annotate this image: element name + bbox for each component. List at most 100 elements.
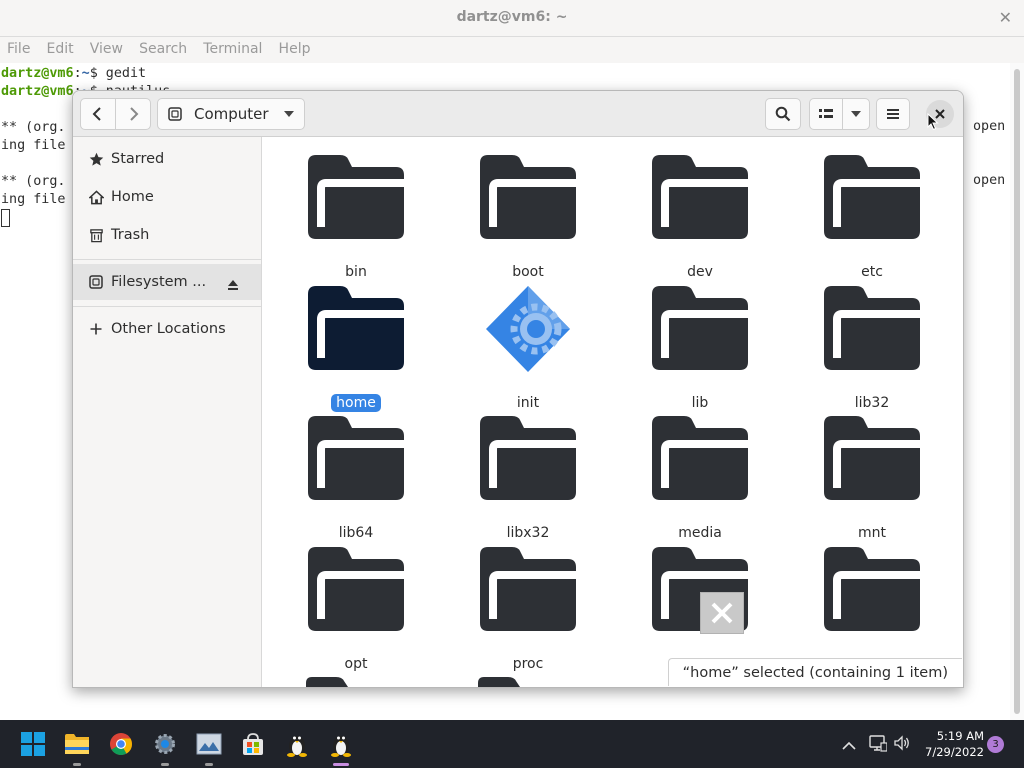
- hamburger-menu-icon: [887, 109, 899, 119]
- file-item-opt[interactable]: opt: [291, 547, 421, 677]
- taskbar-chrome[interactable]: [105, 728, 137, 760]
- sidebar-divider: [73, 259, 261, 260]
- folder-icon: [652, 416, 748, 502]
- sidebar-item-label: Filesystem ...: [111, 274, 207, 290]
- file-item-label: bin: [345, 264, 367, 280]
- search-icon: [775, 106, 791, 122]
- file-item-label: lib: [691, 395, 709, 411]
- menu-view[interactable]: View: [90, 41, 123, 57]
- clock-time: 5:19 AM: [936, 729, 984, 743]
- file-item-bin[interactable]: bin: [291, 155, 421, 285]
- folder-icon: [824, 547, 920, 633]
- file-item-proc[interactable]: proc: [463, 547, 593, 677]
- network-icon[interactable]: [869, 734, 888, 756]
- file-item-dev[interactable]: dev: [635, 155, 765, 285]
- folder-icon: [824, 155, 920, 241]
- file-item-init[interactable]: init: [463, 286, 593, 416]
- sidebar-item-trash[interactable]: Trash: [73, 217, 261, 253]
- file-item-boot[interactable]: boot: [463, 155, 593, 285]
- x-cursor-icon: [700, 592, 744, 634]
- list-view-icon: [819, 109, 833, 118]
- file-item-label: etc: [861, 264, 883, 280]
- taskbar-linux-app[interactable]: [281, 728, 313, 760]
- selection-status: “home” selected (containing 1 item): [667, 658, 962, 686]
- chevron-right-icon: [130, 107, 139, 121]
- file-item-media[interactable]: media: [635, 416, 765, 546]
- terminal-menubar: File Edit View Search Terminal Help: [0, 37, 1024, 63]
- eject-icon[interactable]: [227, 276, 239, 295]
- drive-icon: [168, 107, 182, 121]
- view-toggle-button[interactable]: [809, 98, 843, 130]
- volume-icon[interactable]: [893, 734, 911, 756]
- file-item-etc[interactable]: etc: [807, 155, 937, 285]
- running-indicator: [73, 763, 81, 766]
- terminal-line: ing file: [1, 138, 66, 153]
- menu-file[interactable]: File: [7, 41, 30, 57]
- folder-icon: [308, 547, 404, 633]
- taskbar-store[interactable]: [237, 728, 269, 760]
- file-item-mnt[interactable]: mnt: [807, 416, 937, 546]
- file-item-home[interactable]: home: [291, 286, 421, 416]
- active-indicator: [333, 763, 349, 766]
- settings-icon: [155, 734, 175, 754]
- terminal-close-icon[interactable]: ✕: [999, 8, 1012, 27]
- file-item-libx32[interactable]: libx32: [463, 416, 593, 546]
- menu-terminal[interactable]: Terminal: [203, 41, 262, 57]
- sidebar-item-home[interactable]: Home: [73, 179, 261, 215]
- terminal-line: dartz@vm6:~$ gedit: [1, 66, 147, 81]
- places-sidebar: Starred Home Trash Filesystem ... Other …: [73, 137, 262, 687]
- back-button[interactable]: [80, 98, 116, 130]
- main-menu-button[interactable]: [876, 98, 910, 130]
- home-icon: [88, 189, 104, 205]
- folder-icon: [652, 286, 748, 372]
- menu-help[interactable]: Help: [279, 41, 311, 57]
- menu-edit[interactable]: Edit: [47, 41, 74, 57]
- files-icon: [65, 734, 89, 754]
- terminal-line: ** (org.: [1, 174, 66, 189]
- taskbar-linux-app-active[interactable]: [325, 728, 357, 766]
- file-item-label: opt: [344, 656, 368, 672]
- forward-button[interactable]: [115, 98, 151, 130]
- taskbar-files[interactable]: [61, 728, 93, 766]
- search-button[interactable]: [765, 98, 801, 130]
- executable-gear-icon: [480, 286, 576, 372]
- running-indicator: [161, 763, 169, 766]
- file-item-label: proc: [512, 656, 544, 672]
- chevron-left-icon: [92, 107, 101, 121]
- location-button[interactable]: Computer: [157, 98, 305, 130]
- taskbar-image-viewer[interactable]: [193, 728, 225, 766]
- folder-icon: [308, 155, 404, 241]
- file-item-lib32[interactable]: lib32: [807, 286, 937, 416]
- file-item-label: home: [291, 394, 421, 412]
- terminal-line: ing file: [1, 192, 66, 207]
- scrollbar-thumb[interactable]: [1014, 69, 1020, 714]
- plus-icon: [88, 321, 104, 337]
- sidebar-item-label: Trash: [111, 227, 150, 243]
- image-viewer-icon: [196, 733, 222, 755]
- terminal-title: dartz@vm6: ~: [456, 9, 568, 25]
- file-item-label: lib32: [854, 395, 890, 411]
- chevron-up-icon[interactable]: [842, 736, 856, 755]
- header-bar: Computer: [73, 91, 963, 137]
- dropdown-arrow-icon: [851, 111, 861, 117]
- notification-badge[interactable]: 3: [987, 736, 1004, 753]
- terminal-scrollbar[interactable]: [1010, 63, 1024, 720]
- sidebar-item-starred[interactable]: Starred: [73, 141, 261, 177]
- taskbar-clock[interactable]: 5:19 AM 7/29/2022: [914, 728, 984, 760]
- location-label: Computer: [194, 105, 269, 123]
- folder-icon: [306, 677, 402, 687]
- terminal-titlebar: dartz@vm6: ~ ✕: [0, 0, 1024, 37]
- sidebar-item-filesystem[interactable]: Filesystem ...: [73, 264, 261, 300]
- file-item-label: libx32: [506, 525, 550, 541]
- view-options-button[interactable]: [842, 98, 870, 130]
- taskbar-settings[interactable]: [149, 728, 181, 766]
- start-button[interactable]: [17, 728, 49, 760]
- menu-search[interactable]: Search: [139, 41, 187, 57]
- file-grid[interactable]: bin boot dev etc home init lib lib32 lib64 libx32…: [263, 137, 963, 687]
- file-item-lib64[interactable]: lib64: [291, 416, 421, 546]
- mouse-pointer-icon: [927, 112, 939, 131]
- file-item-lib[interactable]: lib: [635, 286, 765, 416]
- sidebar-divider: [73, 306, 261, 307]
- sidebar-item-other-locations[interactable]: Other Locations: [73, 311, 261, 347]
- clock-date: 7/29/2022: [925, 745, 984, 759]
